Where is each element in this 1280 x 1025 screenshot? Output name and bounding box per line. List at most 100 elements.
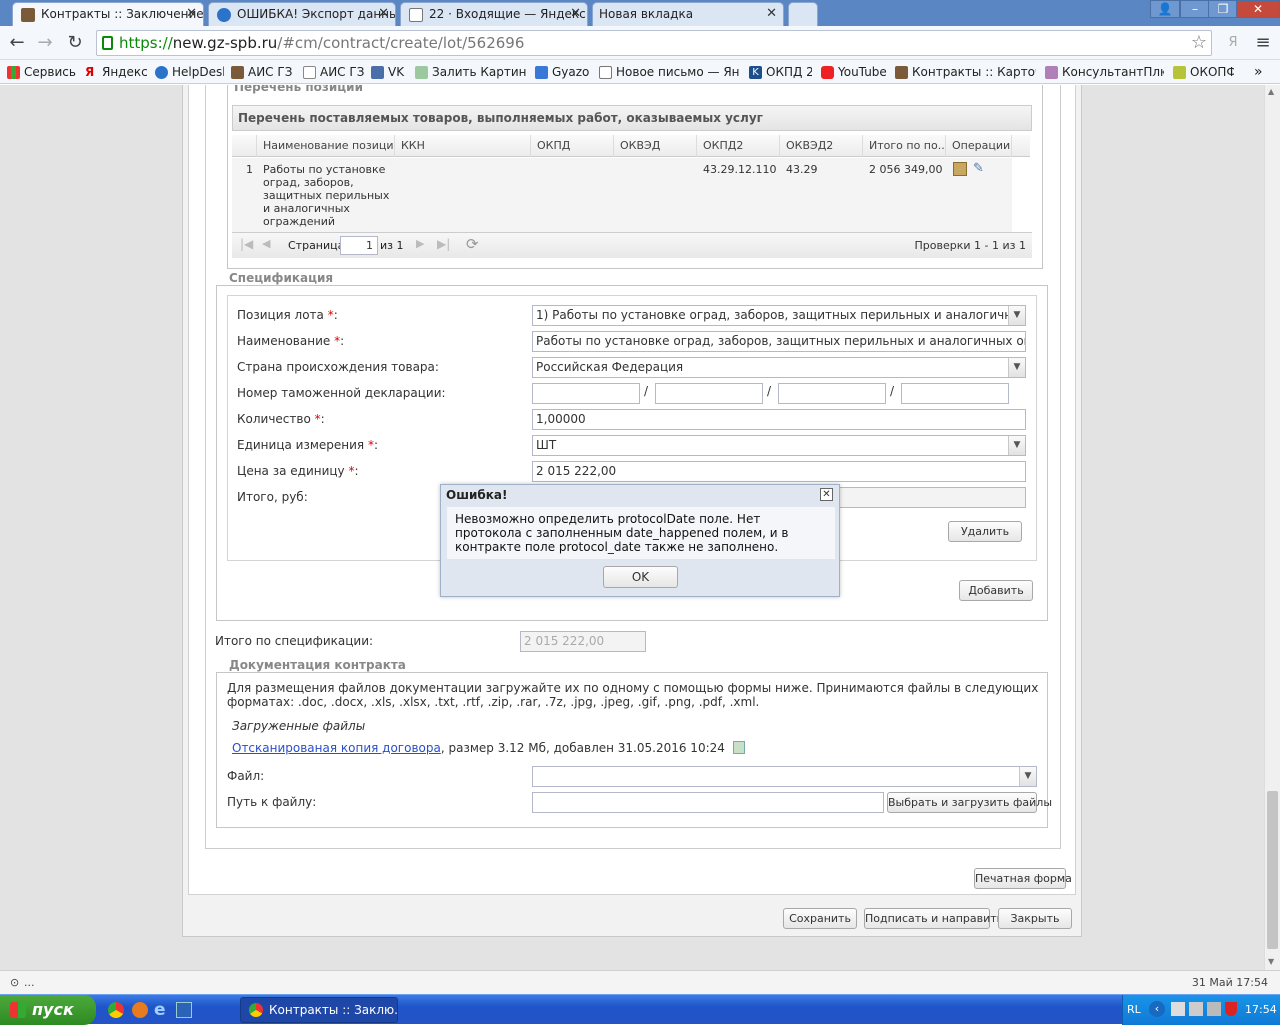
page-scrollbar[interactable]: ▲ ▼ [1264, 85, 1280, 970]
bookmark-services[interactable]: Сервисы [6, 63, 76, 81]
reload-icon[interactable]: ↻ [64, 32, 86, 54]
col-total-header[interactable]: Итого по по... [863, 135, 946, 157]
close-icon[interactable]: ✕ [186, 6, 197, 21]
chrome-icon[interactable] [108, 1002, 124, 1018]
star-icon[interactable]: ☆ [1191, 31, 1207, 55]
yandex-extension-icon[interactable]: Я [1222, 32, 1244, 54]
new-tab-button[interactable] [788, 2, 818, 26]
start-button[interactable]: пуск [0, 995, 96, 1025]
device-icon[interactable] [1207, 1002, 1221, 1016]
chevron-down-icon[interactable]: ▼ [1019, 767, 1036, 786]
language-indicator[interactable]: RL [1127, 1003, 1141, 1016]
antivirus-icon[interactable] [1225, 1002, 1237, 1016]
close-button[interactable]: Закрыть [998, 908, 1072, 929]
bookmark-upload-picture[interactable]: Залить Картинку [414, 63, 526, 81]
bookmark-yandex[interactable]: Я Яндекс [84, 63, 148, 81]
customs-label: Номер таможенной декларации: [237, 386, 446, 400]
close-icon[interactable]: ✕ [820, 488, 833, 501]
tab-contracts[interactable]: Контракты :: Заключение ✕ [12, 2, 204, 26]
document-icon[interactable] [953, 162, 967, 176]
col-okpd2-header[interactable]: ОКПД2 [697, 135, 780, 157]
delete-file-icon[interactable] [732, 741, 745, 754]
first-page-icon[interactable]: |◀ [240, 237, 253, 251]
page-number-input[interactable]: 1 [340, 236, 378, 255]
bookmark-consultant[interactable]: КонсультантПлюс [1044, 63, 1164, 81]
close-icon[interactable]: ✕ [766, 6, 777, 21]
col-okpd-header[interactable]: ОКПД [531, 135, 614, 157]
scroll-down-icon[interactable]: ▼ [1268, 957, 1274, 966]
scroll-up-icon[interactable]: ▲ [1268, 87, 1274, 96]
bookmark-new-mail[interactable]: Новое письмо — Яндек [598, 63, 740, 81]
country-select[interactable]: Российская Федерация ▼ [532, 357, 1026, 378]
file-type-select[interactable]: ▼ [532, 766, 1037, 787]
prev-page-icon[interactable]: ◀ [262, 237, 270, 250]
bookmark-ais-gz-2[interactable]: АИС ГЗ [302, 63, 364, 81]
save-button[interactable]: Сохранить [783, 908, 857, 929]
ie-icon[interactable]: e [154, 1000, 166, 1020]
name-input[interactable]: Работы по установке оград, заборов, защи… [532, 331, 1026, 352]
sign-and-send-button[interactable]: Подписать и направить [864, 908, 1003, 929]
close-icon[interactable]: ✕ [378, 6, 389, 21]
forward-icon[interactable]: → [34, 32, 56, 54]
bookmark-gyazo[interactable]: Gyazo [534, 63, 592, 81]
price-input[interactable]: 2 015 222,00 [532, 461, 1026, 482]
taskbar-window-contracts[interactable]: Контракты :: Заклю... [240, 997, 398, 1023]
user-icon[interactable]: 👤 [1150, 0, 1180, 18]
firefox-icon[interactable] [132, 1002, 148, 1018]
minimize-icon[interactable]: – [1180, 0, 1210, 18]
bookmark-okpd2[interactable]: K ОКПД 2 [748, 63, 812, 81]
customs-field-2[interactable] [655, 383, 763, 404]
col-okved-header[interactable]: ОКВЭД [614, 135, 697, 157]
bookmark-okopf[interactable]: ОКОПФ [1172, 63, 1234, 81]
ok-button[interactable]: OK [603, 566, 678, 588]
more-bookmarks-icon[interactable]: » [1254, 63, 1274, 81]
chevron-down-icon[interactable]: ▼ [1008, 306, 1025, 325]
bookmark-vk[interactable]: VK [370, 63, 406, 81]
network-icon[interactable] [1171, 1002, 1185, 1016]
chevron-down-icon[interactable]: ▼ [1008, 436, 1025, 455]
upload-files-button[interactable]: Выбрать и загрузить файлы [887, 792, 1052, 813]
quantity-input[interactable]: 1,00000 [532, 409, 1026, 430]
col-okved2-header[interactable]: ОКВЭД2 [780, 135, 863, 157]
country-label: Страна происхождения товара: [237, 360, 439, 374]
app-icon[interactable] [176, 1002, 192, 1018]
menu-icon[interactable]: ≡ [1252, 32, 1274, 54]
bookmark-youtube[interactable]: YouTube [820, 63, 888, 81]
bookmark-ais-gz-1[interactable]: АИС ГЗ [230, 63, 294, 81]
customs-field-3[interactable] [778, 383, 886, 404]
scroll-thumb[interactable] [1267, 791, 1278, 949]
restore-icon[interactable]: ❐ [1208, 0, 1238, 18]
lot-position-select[interactable]: 1) Работы по установке оград, заборов, з… [532, 305, 1026, 326]
tools-icon[interactable] [1189, 1002, 1203, 1016]
file-path-input[interactable] [532, 792, 884, 813]
add-button[interactable]: Добавить [959, 580, 1033, 601]
last-page-icon[interactable]: ▶| [437, 237, 450, 251]
bookmark-helpdesk[interactable]: HelpDesk [154, 63, 224, 81]
delete-button[interactable]: Удалить [948, 521, 1022, 542]
tab-new[interactable]: Новая вкладка ✕ [592, 2, 784, 26]
file-link[interactable]: Отсканированая копия договора [232, 741, 441, 755]
refresh-icon[interactable]: ⟳ [466, 235, 479, 253]
next-page-icon[interactable]: ▶ [416, 237, 424, 250]
unit-select[interactable]: ШТ ▼ [532, 435, 1026, 456]
back-icon[interactable]: ← [6, 32, 28, 54]
print-form-button[interactable]: Печатная форма [974, 868, 1072, 889]
customs-field-4[interactable] [901, 383, 1009, 404]
price-label: Цена за единицу *: [237, 464, 359, 478]
window-close-icon[interactable]: ✕ [1236, 0, 1280, 18]
col-name-header[interactable]: Наименование позиции [257, 135, 395, 157]
tab-error-export[interactable]: ОШИБКА! Экспорт данных ✕ [208, 2, 396, 26]
window-label: Контракты :: Заклю... [269, 1003, 398, 1017]
close-icon[interactable]: ✕ [570, 6, 581, 21]
bookmark-contracts-card[interactable]: Контракты :: Карточк [894, 63, 1036, 81]
col-kkn-header[interactable]: ККН [395, 135, 531, 157]
tab-yandex-mail[interactable]: 22 · Входящие — Яндекс.П ✕ [400, 2, 588, 26]
chevron-down-icon[interactable]: ▼ [1008, 358, 1025, 377]
edit-icon[interactable]: ✎ [973, 161, 984, 176]
bookmark-label: Яндекс [102, 65, 148, 79]
file-label: Файл: [227, 769, 265, 783]
expand-tray-icon[interactable]: ‹ [1149, 1001, 1165, 1017]
address-bar[interactable]: https://new.gz-spb.ru/#cm/contract/creat… [96, 30, 1212, 56]
table-row[interactable]: 1 Работы по установке оград, заборов, за… [232, 158, 1012, 232]
customs-field-1[interactable] [532, 383, 640, 404]
